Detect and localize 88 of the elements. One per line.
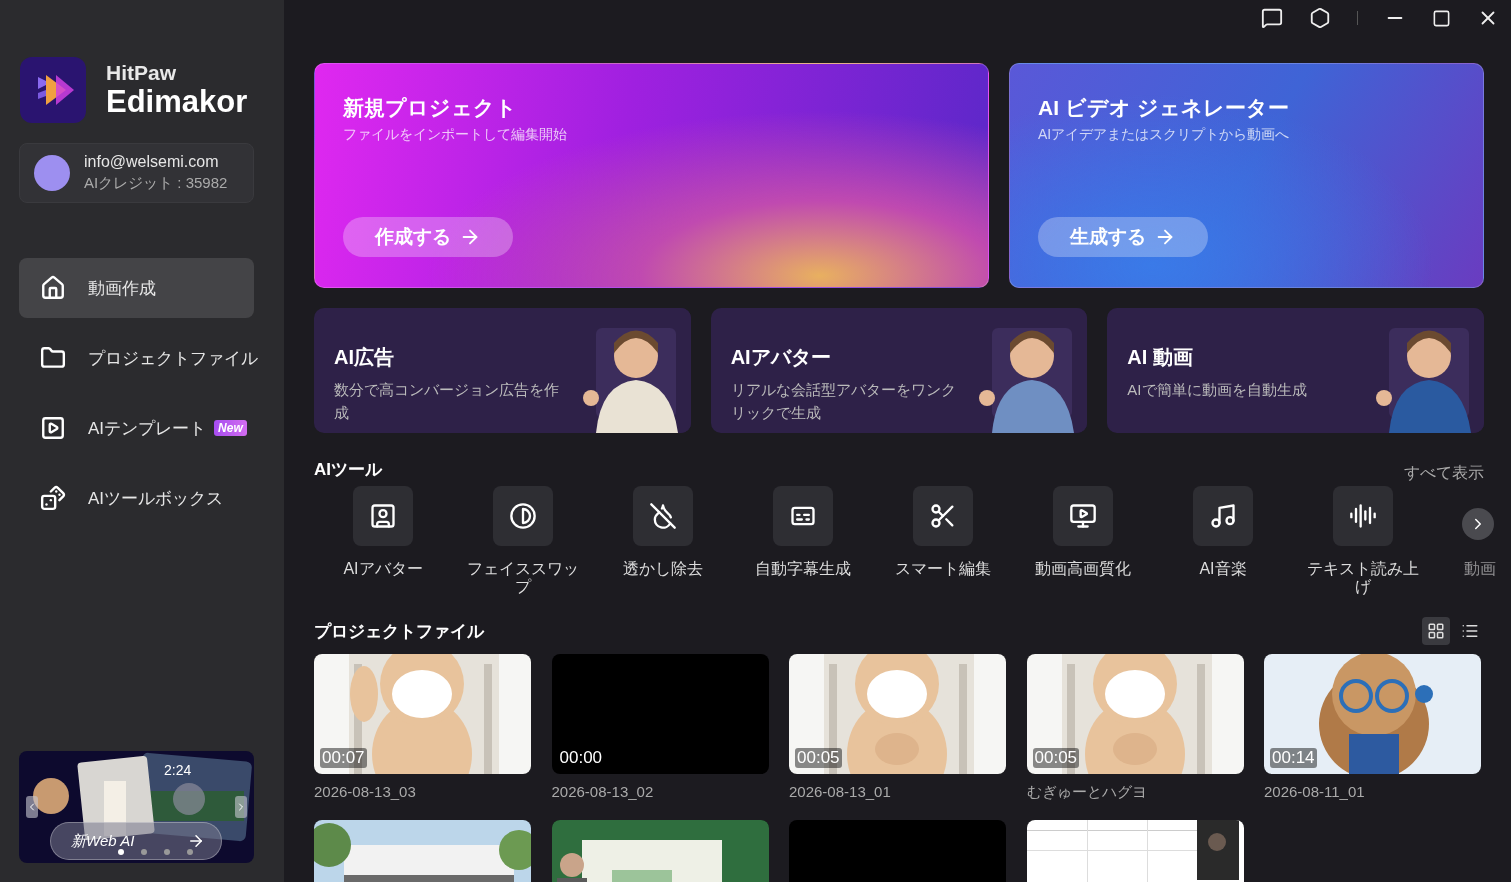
play-square-icon xyxy=(40,415,66,441)
music-icon xyxy=(1209,502,1237,530)
nav-item[interactable]: 動画作成 xyxy=(19,258,254,318)
product-name: Edimakor xyxy=(106,84,248,120)
hero-card[interactable]: 新規プロジェクト ファイルをインポートして編集開始 作成する xyxy=(314,63,989,288)
video-duration: 2:24 xyxy=(164,762,192,778)
folder-icon xyxy=(40,345,66,371)
new-badge: New xyxy=(214,420,247,436)
maximize-icon[interactable] xyxy=(1432,8,1451,28)
carousel-dot[interactable] xyxy=(164,849,170,855)
section-title: プロジェクトファイル xyxy=(314,620,484,643)
card-description: 数分で高コンバージョン広告を作成 xyxy=(334,380,560,423)
house-icon xyxy=(40,275,66,301)
audio-lines-icon xyxy=(1349,502,1377,530)
user-square-icon xyxy=(369,502,397,530)
nav-item[interactable]: AIテンプレート New xyxy=(19,398,254,458)
card-title: 新規プロジェクト xyxy=(343,95,518,121)
hexagon-icon[interactable] xyxy=(1309,7,1331,29)
tool-label: フェイススワップ xyxy=(466,560,580,596)
scroll-right-button[interactable] xyxy=(1462,508,1494,540)
card-title: AIアバター xyxy=(730,345,832,370)
card-title: AI広告 xyxy=(334,345,395,370)
tool-item[interactable]: テキスト読み上げ xyxy=(1294,486,1434,596)
video-duration: 00:07 xyxy=(320,748,367,769)
promo-banner[interactable]: 2:24 新Web AI xyxy=(19,751,254,863)
see-all-link[interactable]: すべて表示 xyxy=(1404,463,1484,484)
contrast-icon xyxy=(509,502,537,530)
nav-label: 動画作成 xyxy=(88,277,156,300)
card-subtitle: AIアイデアまたはスクリプトから動画へ xyxy=(1038,126,1291,144)
tool-item[interactable]: フェイススワップ xyxy=(454,486,594,596)
tool-label: 動画高画質化 xyxy=(1034,560,1132,578)
brand-name: HitPaw xyxy=(106,60,177,85)
tool-label: AIアバター xyxy=(342,560,424,578)
tool-item[interactable]: 動画高画質化 xyxy=(1014,486,1154,596)
feature-card[interactable]: AI 動画 AIで簡単に動画を自動生成 xyxy=(1107,308,1484,433)
project-name: 2026-08-13_03 xyxy=(314,783,417,801)
tool-item[interactable]: AI音楽 xyxy=(1154,486,1294,596)
project-name: 2026-08-11_01 xyxy=(1264,783,1366,801)
carousel-dot[interactable] xyxy=(187,849,193,855)
feedback-icon[interactable] xyxy=(1261,7,1283,29)
video-duration: 00:05 xyxy=(1032,748,1080,769)
grid-icon xyxy=(1427,622,1445,641)
feature-card[interactable]: AIアバター リアルな会話型アバターをワンクリックで生成 xyxy=(710,308,1088,433)
tool-label: 透かし除去 xyxy=(622,560,704,578)
monitor-play-icon xyxy=(1069,502,1097,530)
feature-card[interactable]: AI広告 数分で高コンバージョン広告を作成 xyxy=(314,308,691,433)
droplet-off-icon xyxy=(649,502,677,530)
carousel-dot[interactable] xyxy=(118,849,124,855)
project-name: むぎゅーとハグヨ xyxy=(1026,783,1148,803)
video-duration: 00:14 xyxy=(1270,748,1317,769)
card-description: AIで簡単に動画を自動生成 xyxy=(1127,380,1308,400)
tool-label: スマート編集 xyxy=(894,560,992,578)
card-subtitle: ファイルをインポートして編集開始 xyxy=(343,126,568,144)
tool-item[interactable]: AIアバター xyxy=(314,486,454,596)
project-name: 2026-08-13_02 xyxy=(551,783,655,801)
tool-item[interactable]: スマート編集 xyxy=(874,486,1014,596)
card-title: AI 動画 xyxy=(1127,345,1194,370)
nav-label: プロジェクトファイル xyxy=(88,347,258,370)
card-title: AI ビデオ ジェネレーター xyxy=(1038,95,1290,121)
nav-item[interactable]: AIツールボックス xyxy=(19,468,254,528)
nav-label: AIツールボックス xyxy=(88,487,224,510)
next-button[interactable] xyxy=(235,796,247,818)
web-ai-button[interactable]: 新Web AI xyxy=(50,822,222,860)
scissors-icon xyxy=(929,502,957,530)
card-description: リアルな会話型アバターをワンクリックで生成 xyxy=(730,380,957,423)
blank-thumbnail[interactable]: 00:00 xyxy=(551,654,769,775)
avatar xyxy=(34,155,70,191)
dice-icon xyxy=(40,485,66,511)
tool-item[interactable]: 動画 xyxy=(1434,486,1511,596)
tool-label: 自動字幕生成 xyxy=(754,560,852,578)
previous-button[interactable] xyxy=(26,796,38,818)
view-toggle[interactable] xyxy=(1422,617,1450,646)
account-card[interactable]: info@welsemi.com AIクレジット : 35982 xyxy=(19,143,254,203)
arrow-right-icon xyxy=(187,832,205,850)
tool-label: AI音楽 xyxy=(1198,560,1248,578)
section-title: AIツール xyxy=(314,459,382,481)
hero-card[interactable]: AI ビデオ ジェネレーター AIアイデアまたはスクリプトから動画へ 生成する xyxy=(1009,63,1484,288)
tool-item[interactable]: 透かし除去 xyxy=(594,486,734,596)
tool-label: 動画 xyxy=(1464,560,1496,578)
project-name: 2026-08-13_01 xyxy=(789,783,892,801)
tool-item[interactable]: 自動字幕生成 xyxy=(734,486,874,596)
tool-label: テキスト読み上げ xyxy=(1306,560,1420,596)
ai-credits: AIクレジット : 35982 xyxy=(84,174,228,193)
carousel-dot[interactable] xyxy=(141,849,147,855)
video-duration: 00:05 xyxy=(795,748,842,769)
nav-label: AIテンプレート xyxy=(88,417,207,440)
account-email: info@welsemi.com xyxy=(84,153,220,171)
app-logo xyxy=(20,57,86,123)
